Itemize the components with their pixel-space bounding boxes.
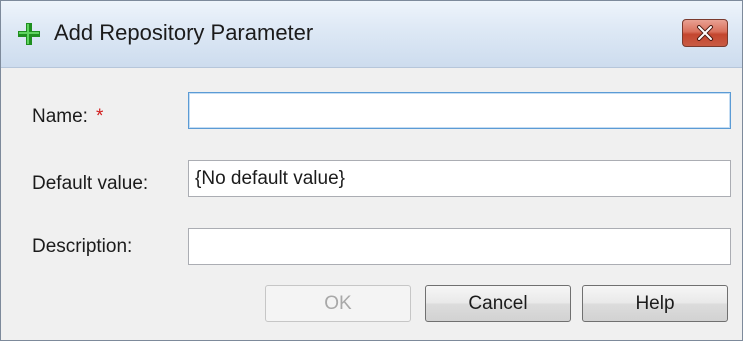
close-icon bbox=[697, 25, 713, 41]
cancel-button[interactable]: Cancel bbox=[425, 285, 571, 322]
name-label: Name: * bbox=[32, 106, 103, 128]
default-value-label: Default value: bbox=[32, 173, 149, 194]
ok-button[interactable]: OK bbox=[265, 285, 411, 322]
dialog-body: Name: * Default value: Description: OK Ca… bbox=[1, 68, 742, 340]
close-button[interactable] bbox=[682, 19, 728, 47]
dialog-title: Add Repository Parameter bbox=[54, 20, 314, 45]
add-repository-parameter-dialog: Add Repository Parameter Name: * Default … bbox=[0, 0, 743, 341]
title-bar[interactable]: Add Repository Parameter bbox=[1, 1, 742, 68]
name-label-text: Name: bbox=[32, 106, 88, 127]
name-input[interactable] bbox=[188, 92, 731, 129]
description-input[interactable] bbox=[188, 228, 731, 265]
required-marker: * bbox=[95, 106, 104, 127]
help-button[interactable]: Help bbox=[582, 285, 728, 322]
green-plus-icon bbox=[16, 21, 42, 47]
default-value-input[interactable] bbox=[188, 160, 731, 197]
description-label: Description: bbox=[32, 236, 133, 257]
